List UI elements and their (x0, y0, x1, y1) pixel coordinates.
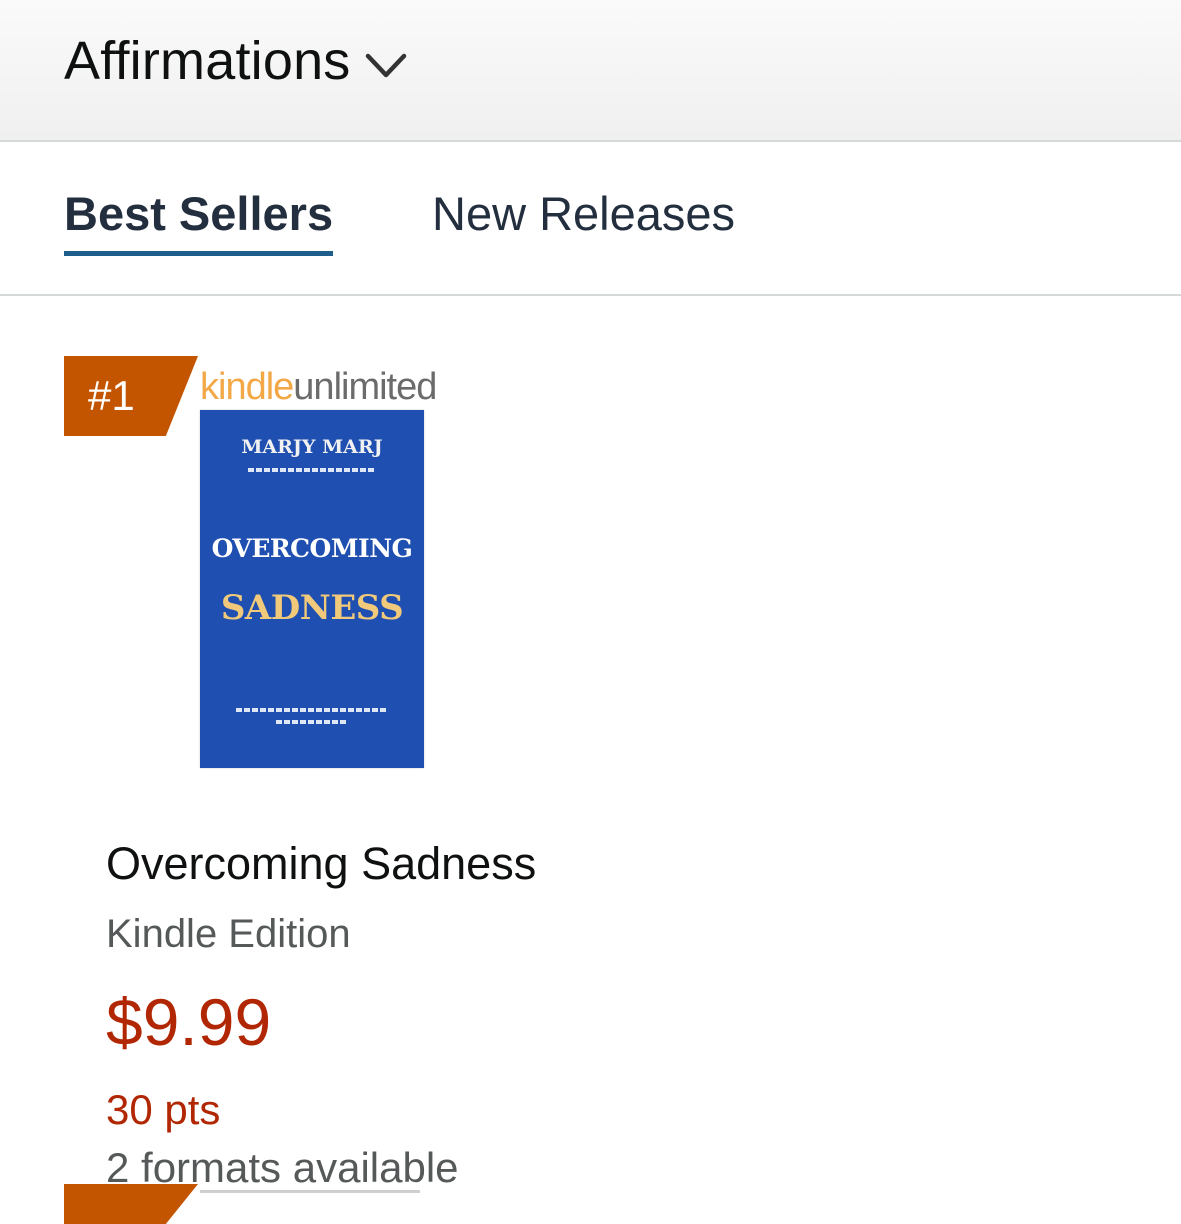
book-cover-image[interactable]: MARJY MARJ OVERCOMING SADNESS (200, 410, 424, 768)
cover-author: MARJY MARJ (241, 436, 383, 458)
ku-kindle-text: kindle (200, 366, 294, 408)
cover-subtitle-line (236, 708, 388, 712)
product-price: $9.99 (106, 985, 272, 1059)
cover-title-line1: OVERCOMING (211, 534, 413, 563)
next-rank-badge (64, 1184, 198, 1224)
rank-label: #1 (88, 372, 135, 419)
tab-best-sellers[interactable]: Best Sellers (64, 186, 334, 256)
next-item-edge (200, 1190, 420, 1193)
tab-new-releases[interactable]: New Releases (432, 186, 735, 251)
chevron-down-icon (365, 53, 406, 78)
product-title-link[interactable]: Overcoming Sadness (106, 838, 536, 890)
ku-unlimited-text: unlimited (293, 366, 437, 408)
product-format: Kindle Edition (106, 912, 351, 956)
category-header: Affirmations (0, 0, 1181, 142)
kindle-unlimited-logo: kindleunlimited (200, 366, 437, 409)
tab-bar: Best Sellers New Releases (0, 142, 1181, 296)
category-title: Affirmations (64, 31, 351, 91)
product-points: 30 pts (106, 1086, 221, 1133)
cover-divider (248, 468, 376, 472)
cover-title-line2: SADNESS (220, 588, 404, 628)
category-dropdown[interactable]: Affirmations (64, 26, 407, 96)
cover-subtitle-line (276, 720, 348, 724)
